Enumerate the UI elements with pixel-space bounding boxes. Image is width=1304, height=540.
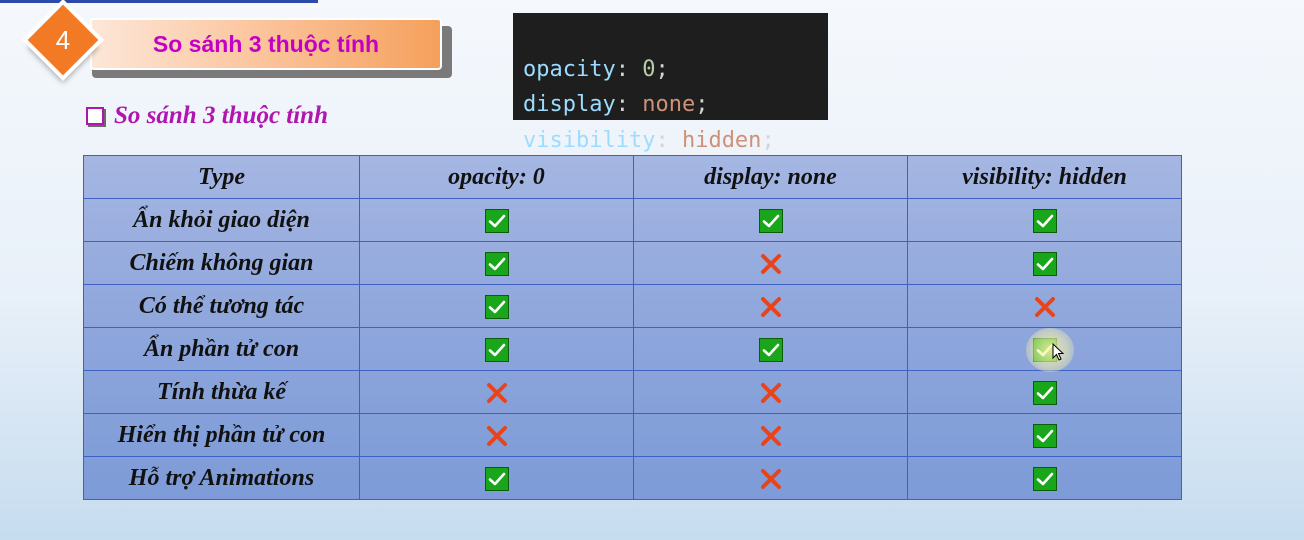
check-icon — [758, 337, 783, 362]
code-prop: display — [523, 92, 616, 117]
check-icon — [1032, 466, 1057, 491]
code-line-opacity: opacity: 0; — [523, 56, 669, 82]
header-opacity: opacity: 0 — [359, 155, 634, 199]
code-value: 0 — [642, 56, 656, 82]
cell-display — [633, 241, 908, 285]
cell-visibility — [907, 284, 1182, 328]
table-header-row: Type opacity: 0 display: none visibility… — [83, 155, 1182, 199]
check-icon — [484, 208, 509, 233]
table-row: Chiếm không gian — [83, 241, 1182, 285]
code-line-display: display: none; — [523, 92, 709, 117]
row-label: Ẩn phần tử con — [83, 327, 360, 371]
check-icon — [484, 251, 509, 276]
cell-display — [633, 413, 908, 457]
header-visibility: visibility: hidden — [907, 155, 1182, 199]
cell-visibility — [907, 413, 1182, 457]
cell-visibility — [907, 241, 1182, 285]
check-icon — [1032, 423, 1057, 448]
subheading: So sánh 3 thuộc tính — [86, 100, 328, 132]
section-title: So sánh 3 thuộc tính — [152, 30, 380, 57]
header-type: Type — [83, 155, 360, 199]
cell-opacity — [359, 241, 634, 285]
check-icon — [1032, 380, 1057, 405]
cell-display — [633, 198, 908, 242]
cell-visibility — [907, 198, 1182, 242]
cell-opacity — [359, 456, 634, 500]
table-row: Hỗ trợ Animations — [83, 456, 1182, 500]
table-row: Tính thừa kế — [83, 370, 1182, 414]
check-icon — [1032, 251, 1057, 276]
table-body: Ẩn khỏi giao diện Chiếm không gian Có thể … — [83, 198, 1182, 500]
cell-opacity — [359, 284, 634, 328]
row-label: Hỗ trợ Animations — [83, 456, 360, 500]
cell-opacity — [359, 413, 634, 457]
cell-opacity — [359, 327, 634, 371]
cell-opacity — [359, 370, 634, 414]
check-icon — [484, 337, 509, 362]
table-row: Hiển thị phần tử con — [83, 413, 1182, 457]
cross-icon — [1034, 296, 1055, 317]
cross-icon — [760, 468, 781, 489]
check-icon — [484, 466, 509, 491]
code-line-visibility: visibility: hidden; — [523, 127, 775, 153]
cross-icon — [760, 296, 781, 317]
subheading-text: So sánh 3 thuộc tính — [114, 102, 328, 129]
cross-icon — [760, 425, 781, 446]
row-label: Ẩn khỏi giao diện — [83, 198, 360, 242]
code-prop: visibility — [523, 127, 656, 153]
code-block: opacity: 0; display: none; visibility: hid… — [513, 13, 828, 153]
top-rule — [0, 0, 318, 3]
code-prop: opacity — [523, 56, 616, 82]
cell-display — [633, 456, 908, 500]
check-icon — [484, 294, 509, 319]
cell-display — [633, 370, 908, 414]
cross-icon — [760, 253, 781, 274]
header-display: display: none — [633, 155, 908, 199]
cell-opacity — [359, 198, 634, 242]
cross-icon — [486, 382, 507, 403]
row-label: Có thể tương tác — [83, 284, 360, 328]
checkbox-bullet-icon — [86, 107, 104, 125]
row-label: Hiển thị phần tử con — [83, 413, 360, 457]
code-value: hidden — [681, 127, 762, 153]
row-label: Chiếm không gian — [83, 241, 360, 285]
cell-visibility — [907, 456, 1182, 500]
table-row: Ẩn phần tử con — [83, 327, 1182, 371]
cell-visibility — [907, 327, 1182, 371]
row-label: Tính thừa kế — [83, 370, 360, 414]
section-number: 4 — [55, 24, 71, 55]
comparison-table: Type opacity: 0 display: none visibility… — [83, 155, 1182, 500]
cross-icon — [760, 382, 781, 403]
cell-visibility — [907, 370, 1182, 414]
check-icon — [1032, 208, 1057, 233]
table-row: Có thể tương tác — [83, 284, 1182, 328]
cell-display — [633, 284, 908, 328]
code-value: none — [642, 92, 696, 117]
check-icon — [758, 208, 783, 233]
table-row: Ẩn khỏi giao diện — [83, 198, 1182, 242]
cell-display — [633, 327, 908, 371]
mouse-cursor-icon — [1052, 343, 1064, 361]
cross-icon — [486, 425, 507, 446]
